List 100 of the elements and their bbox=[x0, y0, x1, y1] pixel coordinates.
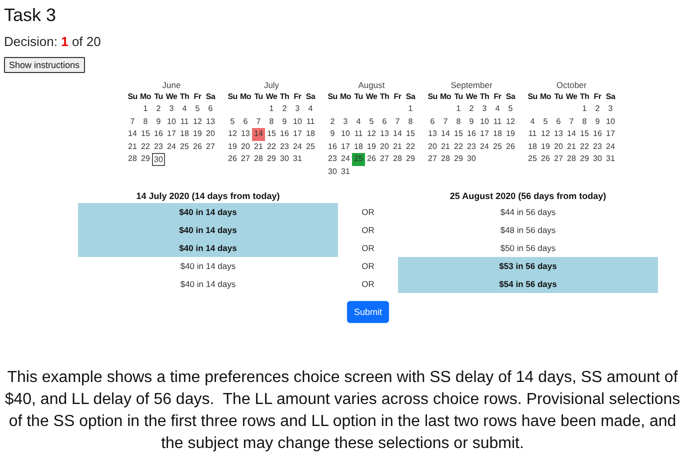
later-option[interactable]: $54 in 56 days bbox=[398, 275, 658, 293]
sooner-option[interactable]: $40 in 14 days bbox=[78, 221, 338, 239]
sooner-option[interactable]: $40 in 14 days bbox=[78, 257, 338, 275]
calendar-day: 25 bbox=[526, 153, 539, 166]
calendar-day: 13 bbox=[239, 128, 252, 140]
calendar-day: 6 bbox=[552, 116, 565, 128]
calendar-day: 24 bbox=[339, 153, 352, 166]
calendar-day: 15 bbox=[265, 128, 278, 140]
show-instructions-button[interactable]: Show instructions bbox=[4, 57, 85, 73]
calendar-day: 2 bbox=[465, 103, 478, 116]
calendar-day: 11 bbox=[304, 116, 317, 128]
calendar-day: 9 bbox=[326, 128, 339, 140]
calendar-day: 13 bbox=[378, 128, 391, 140]
calendar-day: 3 bbox=[604, 103, 617, 116]
calendar-day: 30 bbox=[591, 153, 604, 166]
calendar-day: 14 bbox=[391, 128, 404, 140]
calendar-day: 22 bbox=[404, 140, 417, 153]
calendar-day: 12 bbox=[365, 128, 378, 140]
calendar-day: 27 bbox=[378, 153, 391, 166]
calendar-day: 11 bbox=[526, 128, 539, 140]
calendar-day: 1 bbox=[578, 103, 591, 116]
calendar-day: 10 bbox=[339, 128, 352, 140]
highlighted-calendar-day: 25 bbox=[352, 153, 365, 166]
month-name: October bbox=[556, 80, 587, 91]
calendar-day: 9 bbox=[278, 116, 291, 128]
calendar-day: 21 bbox=[126, 140, 139, 153]
calendar-day: 18 bbox=[178, 128, 191, 140]
calendar-day: 24 bbox=[604, 140, 617, 153]
caption-text: This example shows a time preferences choice screen with SS delay of 14 days, SS amount of $40, and LL delay of 56 days. The LL amount varies across choice rows. Provisional selections of the SS option in the first three rows and LL option in the last two rows have been made, and the subject may change these selections or submit. bbox=[4, 368, 682, 454]
calendar-day: 18 bbox=[352, 140, 365, 153]
sooner-date-header: 14 July 2020 (14 days from today) bbox=[135, 190, 281, 203]
weekday-label: Fr bbox=[492, 91, 502, 103]
weekday-label: Tu bbox=[453, 91, 464, 103]
weekday-label: Su bbox=[526, 91, 538, 103]
calendar-day: 11 bbox=[352, 128, 365, 140]
calendar-day: 9 bbox=[591, 116, 604, 128]
calendar-day: 22 bbox=[452, 140, 465, 153]
calendar-day: 12 bbox=[191, 116, 204, 128]
calendar-day: 21 bbox=[565, 140, 578, 153]
weekday-label: Th bbox=[578, 91, 590, 103]
calendar-day: 8 bbox=[452, 116, 465, 128]
calendar-day: 28 bbox=[252, 153, 265, 166]
calendar-day: 30 bbox=[465, 153, 478, 166]
weekday-label: We bbox=[365, 91, 378, 103]
calendar-day: 29 bbox=[404, 153, 417, 166]
weekday-label: Fr bbox=[292, 91, 302, 103]
later-option[interactable]: $50 in 56 days bbox=[398, 239, 658, 257]
calendar-day: 27 bbox=[204, 140, 217, 153]
calendar-day: 23 bbox=[278, 140, 291, 153]
later-option[interactable]: $53 in 56 days bbox=[398, 257, 658, 275]
calendar-day: 19 bbox=[504, 128, 517, 140]
or-label: OR bbox=[360, 278, 376, 291]
sooner-option[interactable]: $40 in 14 days bbox=[78, 275, 338, 293]
calendar-day: 27 bbox=[426, 153, 439, 166]
outlined-calendar-day: 30 bbox=[152, 153, 165, 166]
calendar-day: 17 bbox=[604, 128, 617, 140]
calendar-day: 13 bbox=[552, 128, 565, 140]
weekday-label: Su bbox=[126, 91, 138, 103]
calendar-day: 31 bbox=[291, 153, 304, 166]
calendar-day: 24 bbox=[291, 140, 304, 153]
calendar-day: 22 bbox=[139, 140, 152, 153]
later-option[interactable]: $44 in 56 days bbox=[398, 203, 658, 221]
calendar-day: 10 bbox=[604, 116, 617, 128]
calendar-day: 19 bbox=[191, 128, 204, 140]
weekday-label: Mo bbox=[439, 91, 452, 103]
calendar-day: 3 bbox=[339, 116, 352, 128]
calendar-day: 28 bbox=[439, 153, 452, 166]
calendar-day: 11 bbox=[491, 116, 504, 128]
month-name: August bbox=[358, 80, 385, 91]
calendar-day: 3 bbox=[291, 103, 304, 116]
or-label: OR bbox=[360, 224, 376, 237]
or-label: OR bbox=[360, 242, 376, 255]
calendar-day: 18 bbox=[526, 140, 539, 153]
calendar-day: 15 bbox=[404, 128, 417, 140]
calendar-day: 23 bbox=[465, 140, 478, 153]
calendar-day: 25 bbox=[491, 140, 504, 153]
calendar-day: 26 bbox=[504, 140, 517, 153]
calendar-day: 10 bbox=[165, 116, 178, 128]
or-label: OR bbox=[360, 206, 376, 219]
calendar-day: 29 bbox=[139, 153, 152, 166]
calendar-day: 28 bbox=[565, 153, 578, 166]
calendar-day: 6 bbox=[426, 116, 439, 128]
later-option[interactable]: $48 in 56 days bbox=[398, 221, 658, 239]
calendar-day: 7 bbox=[252, 116, 265, 128]
weekday-label: Sa bbox=[504, 91, 516, 103]
calendar-day: 8 bbox=[404, 116, 417, 128]
calendar-day: 22 bbox=[265, 140, 278, 153]
sooner-option[interactable]: $40 in 14 days bbox=[78, 203, 338, 221]
calendar-day: 21 bbox=[439, 140, 452, 153]
calendar-day: 10 bbox=[291, 116, 304, 128]
weekday-label: Th bbox=[478, 91, 490, 103]
weekday-label: Th bbox=[178, 91, 190, 103]
calendar-day: 28 bbox=[126, 153, 139, 166]
sooner-option[interactable]: $40 in 14 days bbox=[78, 239, 338, 257]
calendar-day: 7 bbox=[391, 116, 404, 128]
calendar-day: 7 bbox=[126, 116, 139, 128]
calendar-day: 15 bbox=[452, 128, 465, 140]
calendar-day: 14 bbox=[126, 128, 139, 140]
calendar-day: 16 bbox=[591, 128, 604, 140]
submit-button[interactable]: Submit bbox=[347, 301, 390, 323]
